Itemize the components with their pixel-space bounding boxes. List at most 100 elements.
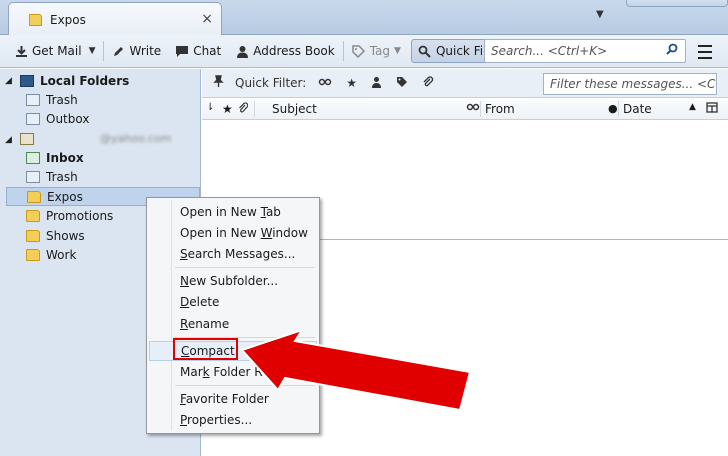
folder-label: Shows	[46, 228, 85, 243]
write-label: Write	[129, 44, 162, 58]
get-mail-label: Get Mail	[32, 44, 82, 58]
menu-item-open-new-tab[interactable]: Open in New Tab	[149, 202, 317, 222]
menu-label: Rename	[180, 317, 230, 331]
folder-icon	[26, 248, 40, 261]
magnifier-icon	[418, 44, 432, 58]
menu-separator	[175, 385, 315, 386]
get-mail-dropdown-icon[interactable]: ▼	[86, 46, 99, 56]
toolbar-divider	[102, 41, 104, 61]
quick-filter-bar: Quick Filter: ★ Filter these messages...…	[202, 69, 728, 98]
folder-local-outbox[interactable]: Outbox	[0, 109, 201, 128]
tag-button[interactable]: Tag ▼	[348, 39, 405, 63]
column-picker-icon[interactable]	[706, 102, 718, 113]
unread-filter-icon[interactable]	[318, 76, 332, 90]
toolbar-divider	[342, 41, 344, 61]
mail-account-icon	[20, 132, 34, 145]
folder-label: Promotions	[46, 208, 114, 223]
filter-placeholder: Filter these messages... <Ctrl+Shift+K>	[550, 77, 716, 91]
tag-icon	[352, 44, 366, 58]
folder-context-menu: Open in New Tab Open in New Window Searc…	[146, 197, 320, 434]
read-column-icon[interactable]	[466, 102, 480, 112]
folder-label: Local Folders	[40, 73, 130, 88]
menu-label: Mark Folder Re	[180, 365, 270, 379]
folder-local-trash[interactable]: Trash	[0, 90, 201, 109]
contact-icon	[235, 44, 249, 58]
folder-label: Trash	[46, 92, 78, 107]
menu-line	[698, 45, 712, 47]
folder-label: Expos	[47, 189, 83, 204]
column-divider[interactable]	[480, 101, 481, 117]
chat-label: Chat	[193, 44, 222, 58]
folder-trash[interactable]: Trash	[0, 167, 201, 186]
menu-item-delete[interactable]: Delete	[149, 292, 317, 312]
trash-icon	[26, 170, 40, 183]
search-placeholder: Search... <Ctrl+K>	[491, 44, 608, 58]
menu-label: New Subfolder...	[180, 274, 279, 288]
column-divider[interactable]	[618, 101, 619, 117]
menu-label: Favorite Folder	[180, 392, 269, 406]
tab-label: Expos	[50, 12, 86, 27]
menu-item-rename[interactable]: Rename	[149, 314, 317, 334]
quick-filter-label: Quick Filter:	[235, 76, 307, 90]
menu-item-search-messages[interactable]: Search Messages...	[149, 244, 317, 264]
get-mail-button[interactable]: Get Mail	[10, 39, 86, 63]
menu-line	[698, 51, 712, 53]
menu-item-open-new-window[interactable]: Open in New Window	[149, 223, 317, 243]
star-filter-icon[interactable]: ★	[346, 76, 357, 90]
menu-item-properties[interactable]: Properties...	[149, 410, 317, 430]
inbox-icon	[26, 151, 40, 164]
folder-local-folders[interactable]: Local Folders	[0, 71, 201, 90]
star-column-icon[interactable]: ★	[222, 102, 233, 116]
column-date[interactable]: Date	[623, 102, 652, 116]
window-controls[interactable]	[626, 0, 728, 7]
write-button[interactable]: Write	[108, 39, 166, 63]
menu-label: Open in New Tab	[180, 205, 281, 219]
chat-button[interactable]: Chat	[171, 39, 225, 63]
tab-expos[interactable]: Expos ×	[8, 2, 222, 36]
folder-label: Outbox	[46, 111, 90, 126]
close-icon[interactable]: ×	[201, 11, 213, 27]
folder-label: Trash	[46, 169, 78, 184]
compact-highlight-box	[173, 338, 238, 360]
contact-filter-icon[interactable]	[371, 76, 382, 91]
local-folders-icon	[20, 74, 34, 87]
menu-label: Open in New Window	[180, 226, 308, 240]
menu-item-favorite-folder[interactable]: Favorite Folder	[149, 389, 317, 409]
tag-filter-icon[interactable]	[396, 76, 408, 91]
chat-bubble-icon	[175, 44, 189, 58]
junk-column-icon[interactable]: ●	[608, 102, 618, 115]
menu-line	[698, 57, 712, 59]
app-menu-button[interactable]	[692, 42, 718, 62]
menu-label: Search Messages...	[180, 247, 296, 261]
folder-icon	[27, 190, 41, 203]
folder-inbox[interactable]: Inbox	[0, 148, 201, 167]
tag-dropdown-icon: ▼	[394, 46, 401, 56]
trash-icon	[26, 93, 40, 106]
main-toolbar: Get Mail ▼ Write Chat Address Book Tag ▼…	[0, 35, 728, 68]
pin-icon[interactable]	[212, 74, 225, 92]
folder-account[interactable]: @yahoo.com	[0, 129, 201, 148]
message-list-header: ⇂ ★ Subject From ● Date ▲	[202, 99, 728, 120]
address-book-label: Address Book	[253, 44, 335, 58]
menu-item-mark-folder-read[interactable]: Mark Folder Re	[149, 362, 317, 382]
outbox-icon	[26, 112, 40, 125]
menu-label: Properties...	[180, 413, 253, 427]
filter-messages-input[interactable]: Filter these messages... <Ctrl+Shift+K>	[543, 73, 717, 95]
attachment-column-icon[interactable]	[238, 102, 248, 114]
thread-column-icon[interactable]: ⇂	[206, 102, 214, 113]
folder-icon	[26, 209, 40, 222]
address-book-button[interactable]: Address Book	[231, 39, 338, 63]
search-icon[interactable]	[666, 43, 679, 60]
tab-strip: Expos × ▼	[0, 0, 728, 36]
folder-icon	[26, 229, 40, 242]
menu-separator	[175, 267, 315, 268]
column-divider[interactable]	[254, 101, 255, 117]
column-from[interactable]: From	[485, 102, 515, 116]
folder-icon	[29, 13, 42, 26]
menu-item-new-subfolder[interactable]: New Subfolder...	[149, 271, 317, 291]
tabs-dropdown-icon[interactable]: ▼	[596, 9, 604, 20]
folder-label: Work	[46, 247, 77, 262]
attachment-filter-icon[interactable]	[422, 75, 434, 91]
column-subject[interactable]: Subject	[272, 102, 317, 116]
search-input[interactable]: Search... <Ctrl+K>	[484, 39, 686, 63]
